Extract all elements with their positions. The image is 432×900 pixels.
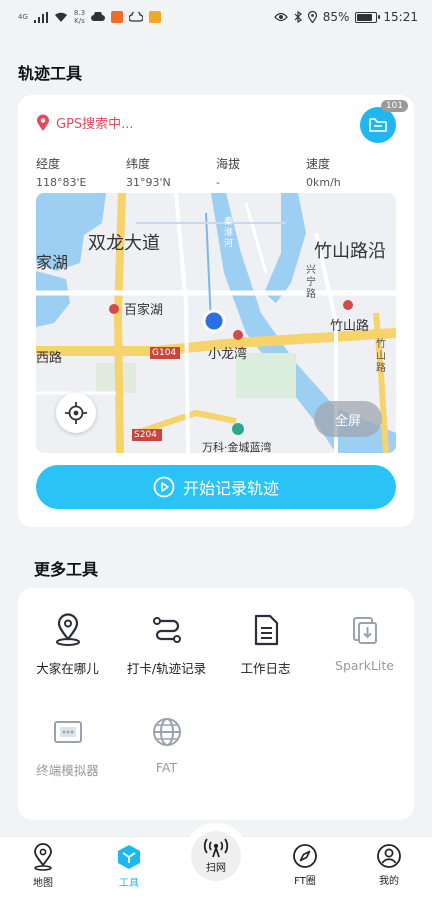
locate-me-button[interactable] xyxy=(56,393,96,433)
fullscreen-button[interactable]: 全屏 xyxy=(314,401,382,437)
battery-percent: 85% xyxy=(322,10,350,24)
map-label-zhushan-vertical: 竹山路 xyxy=(376,339,386,374)
spark-download-icon xyxy=(347,612,383,648)
tab-map[interactable]: 地图 xyxy=(0,843,86,889)
start-recording-button[interactable]: 开始记录轨迹 xyxy=(36,465,396,509)
net-speed: 8.3 K/s xyxy=(73,9,86,25)
map-label-baijiahu: 百家湖 xyxy=(124,303,164,318)
cloud-icon xyxy=(91,12,105,21)
globe-icon xyxy=(149,714,185,750)
bluetooth-icon xyxy=(294,11,302,23)
message-notification-icon xyxy=(149,11,162,23)
clock: 15:21 xyxy=(383,10,418,24)
more-tools-title: 更多工具 xyxy=(34,560,99,579)
play-circle-icon xyxy=(153,476,175,498)
compass-icon xyxy=(293,844,317,868)
map-label-zhushan-lu: 竹山路 xyxy=(330,319,370,334)
tools-cube-icon xyxy=(118,845,140,869)
location-pin-icon xyxy=(37,114,49,131)
gps-status-text: GPS搜索中... xyxy=(56,117,134,132)
location-status-icon xyxy=(307,11,317,23)
wifi-icon xyxy=(54,12,67,22)
bottom-tab-bar: 地图 工具 扫网 FT圈 我的 xyxy=(0,823,432,900)
tool-checkin-track[interactable]: 打卡/轨迹记录 xyxy=(117,612,216,677)
signal-icon xyxy=(33,11,48,23)
folder-count-badge: 101 xyxy=(380,100,408,112)
track-tools-title: 轨迹工具 xyxy=(18,64,83,83)
tool-where-is-everyone[interactable]: 大家在哪儿 xyxy=(18,612,117,677)
crosshair-icon xyxy=(65,402,87,424)
metric-altitude: 海拔 - xyxy=(216,157,241,189)
map-route-s204: S204 xyxy=(134,430,157,440)
map-label-zhushan-yan: 竹山路沿 xyxy=(314,241,386,262)
map-route-g104: G104 xyxy=(152,348,177,358)
map-pin-icon xyxy=(34,843,52,871)
tool-work-log[interactable]: 工作日志 xyxy=(216,612,315,677)
tool-fat[interactable]: FAT xyxy=(117,714,216,775)
metric-longitude: 经度 118°83'E xyxy=(36,157,87,189)
gps-metrics: 经度 118°83'E 纬度 31°93'N 海拔 - 速度 0km/h xyxy=(36,155,396,189)
map-label-qinhuai: 秦淮河 xyxy=(224,217,234,249)
user-icon xyxy=(377,844,401,868)
map-view[interactable]: 双龙大道 家湖 竹山路沿 百家湖 竹山路 小龙湾 西路 兴宁路 竹山路 秦淮河 … xyxy=(36,193,396,453)
status-bar: 4G 8.3 K/s 85% 15:21 xyxy=(0,0,432,34)
map-label-xingning: 兴宁路 xyxy=(306,265,316,300)
map-label-xiaolongwan: 小龙湾 xyxy=(208,347,248,362)
map-label-bottom-poi: 万科·金城蓝湾 xyxy=(202,441,272,453)
location-pin-icon xyxy=(50,612,86,648)
document-icon xyxy=(248,612,284,648)
tool-sparklite[interactable]: SparkLite xyxy=(315,612,414,673)
tool-terminal-simulator[interactable]: 终端模拟器 xyxy=(18,714,117,779)
track-folder-button[interactable] xyxy=(360,107,396,143)
map-label-shuanglong: 双龙大道 xyxy=(88,233,160,254)
network-type: 4G xyxy=(18,13,28,21)
battery-icon xyxy=(355,11,381,23)
metric-speed: 速度 0km/h xyxy=(306,157,341,189)
app-notification-icon xyxy=(111,11,124,23)
cloud-outline-icon xyxy=(129,12,144,22)
map-label-xilu: 西路 xyxy=(36,351,63,366)
eye-icon xyxy=(273,12,288,22)
start-recording-label: 开始记录轨迹 xyxy=(182,479,279,498)
tab-mine[interactable]: 我的 xyxy=(346,843,432,887)
track-card: GPS搜索中... 101 经度 118°83'E 纬度 31°93'N 海拔 … xyxy=(18,95,414,527)
metric-latitude: 纬度 31°93'N xyxy=(126,157,171,189)
signal-tower-icon xyxy=(203,838,229,858)
route-icon xyxy=(149,612,185,648)
gps-status: GPS搜索中... xyxy=(36,113,134,132)
tab-tools[interactable]: 工具 xyxy=(86,843,172,889)
tab-ft-circle[interactable]: FT圈 xyxy=(262,843,348,887)
terminal-simulator-icon xyxy=(50,714,86,750)
map-label-lake: 家湖 xyxy=(36,253,69,272)
folder-icon xyxy=(369,118,387,132)
tab-scan-network[interactable]: 扫网 xyxy=(183,823,249,889)
more-tools-card: 大家在哪儿 打卡/轨迹记录 工作日志 SparkLite 终端模拟器 FAT xyxy=(18,588,414,820)
